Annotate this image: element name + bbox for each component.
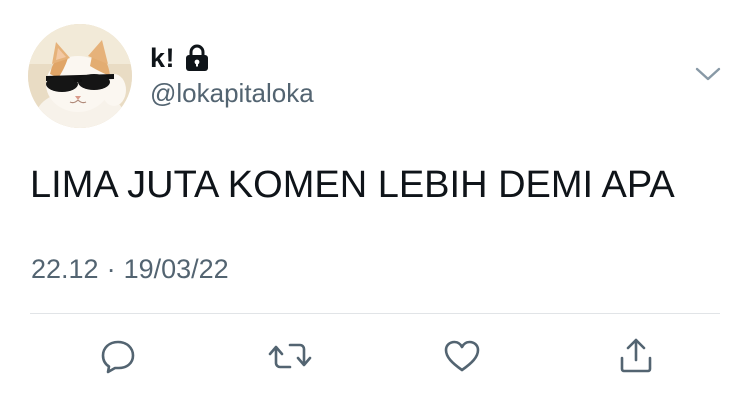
tweet-time: 22.12 (31, 254, 99, 284)
like-button[interactable] (440, 334, 484, 378)
avatar[interactable] (28, 24, 132, 128)
tweet-card: k! @lokapitaloka LIMA JUTA KOMEN LEBIH D… (0, 0, 750, 401)
chevron-down-icon[interactable] (694, 64, 722, 84)
meta-separator: · (106, 254, 116, 284)
retweet-arrows-icon (268, 343, 312, 369)
tweet-text: LIMA JUTA KOMEN LEBIH DEMI APA (30, 164, 675, 206)
share-upload-icon (620, 338, 652, 373)
display-name[interactable]: k! (150, 43, 175, 74)
tweet-date: 19/03/22 (123, 254, 229, 284)
share-button[interactable] (614, 334, 658, 378)
divider (30, 313, 720, 314)
tweet-timestamp[interactable]: 22.12 · 19/03/22 (31, 254, 229, 285)
lock-icon (184, 44, 210, 72)
user-handle[interactable]: @lokapitaloka (150, 78, 314, 109)
cat-avatar-image (28, 24, 132, 128)
speech-bubble-icon (101, 340, 135, 374)
heart-icon (444, 340, 480, 372)
retweet-button[interactable] (268, 334, 312, 378)
reply-button[interactable] (96, 334, 140, 378)
name-row: k! (150, 40, 210, 76)
